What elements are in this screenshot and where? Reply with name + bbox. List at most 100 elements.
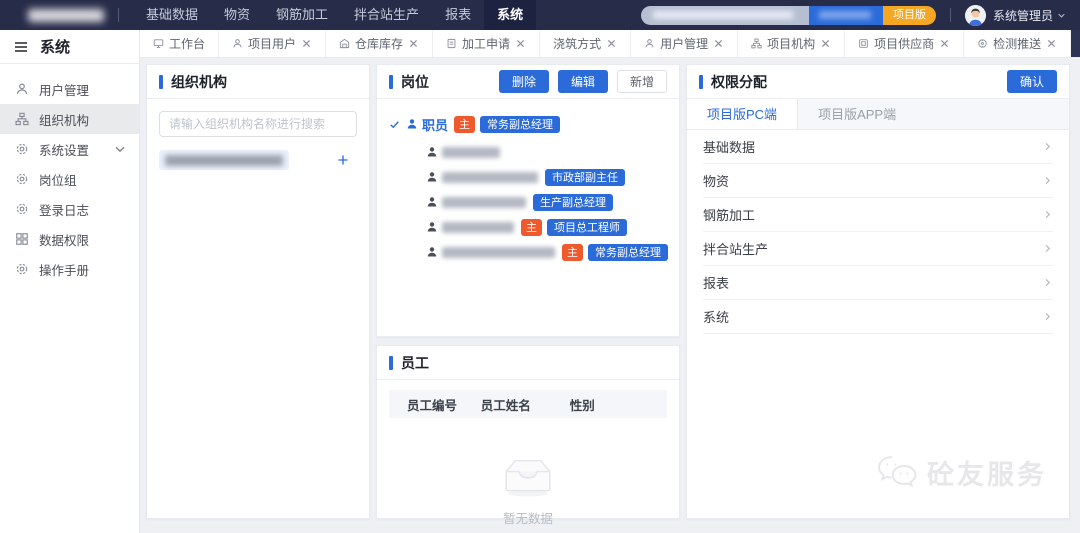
current-user-name[interactable]: 系统管理员: [993, 7, 1053, 24]
tab-浇筑方式[interactable]: 浇筑方式: [540, 30, 631, 57]
sidebar-item-操作手册[interactable]: 操作手册: [0, 254, 139, 284]
top-menu-item[interactable]: 系统: [484, 0, 536, 30]
position-tree-row[interactable]: 主常务副总经理: [426, 240, 673, 264]
sidebar: 系统 用户管理组织机构系统设置岗位组登录日志数据权限操作手册: [0, 30, 140, 533]
sidebar-item-登录日志[interactable]: 登录日志: [0, 194, 139, 224]
confirm-button[interactable]: 确认: [1007, 70, 1057, 93]
top-menu-item[interactable]: 物资: [211, 0, 263, 30]
divider: [950, 8, 951, 22]
sidebar-item-label: 登录日志: [39, 200, 89, 219]
tab-检测推送[interactable]: 检测推送: [964, 30, 1071, 57]
tab-label: 加工申请: [462, 35, 510, 52]
title-marker: [389, 356, 393, 370]
close-icon: [1046, 38, 1057, 49]
sidebar-item-系统设置[interactable]: 系统设置: [0, 134, 139, 164]
sidebar-item-组织机构[interactable]: 组织机构: [0, 104, 139, 134]
chevron-right-icon: [1042, 311, 1053, 322]
position-badge: 生产副总经理: [533, 194, 613, 211]
tab-组织机构[interactable]: 组织机构: [1071, 30, 1080, 57]
sidebar-item-岗位组[interactable]: 岗位组: [0, 164, 139, 194]
position-badge: 市政部副主任: [545, 169, 625, 186]
permission-item-系统[interactable]: 系统: [703, 300, 1053, 334]
chevron-down-icon: [113, 142, 127, 156]
redacted-name: [442, 147, 500, 158]
column-header: 员工编号: [389, 395, 481, 414]
position-tree-row[interactable]: 主项目总工程师: [426, 215, 673, 239]
permission-item-基础数据[interactable]: 基础数据: [703, 130, 1053, 164]
org-tree-node[interactable]: [159, 149, 357, 171]
warehouse-icon: [339, 38, 350, 49]
permission-item-报表[interactable]: 报表: [703, 266, 1053, 300]
close-icon: [515, 38, 526, 49]
permission-item-label: 物资: [703, 171, 729, 190]
gear-icon: [15, 142, 29, 156]
permission-panel: 权限分配 确认 项目版PC端项目版APP端 基础数据物资钢筋加工拌合站生产报表系…: [686, 64, 1070, 519]
perm-tab-项目版APP端[interactable]: 项目版APP端: [798, 99, 916, 129]
project-name-redacted: [641, 6, 809, 25]
position-tree-row[interactable]: 市政部副主任: [426, 165, 673, 189]
gear-icon: [15, 202, 29, 216]
title-marker: [699, 75, 703, 89]
permission-item-物资[interactable]: 物资: [703, 164, 1053, 198]
position-tree-row[interactable]: [426, 140, 673, 164]
top-menu-item[interactable]: 拌合站生产: [341, 0, 432, 30]
permission-item-label: 拌合站生产: [703, 239, 768, 258]
close-icon: [713, 38, 724, 49]
grid-icon: [15, 232, 29, 246]
sidebar-item-label: 操作手册: [39, 260, 89, 279]
chevron-right-icon: [1042, 209, 1053, 220]
tab-label: 工作台: [169, 35, 205, 52]
hamburger-icon[interactable]: [13, 39, 29, 55]
tab-用户管理[interactable]: 用户管理: [631, 30, 738, 57]
tab-工作台[interactable]: 工作台: [140, 30, 219, 57]
permission-item-label: 报表: [703, 273, 729, 292]
close-icon: [301, 38, 312, 49]
person-solid-icon: [406, 118, 418, 130]
chevron-down-icon[interactable]: [1057, 11, 1066, 20]
tab-label: 检测推送: [993, 35, 1041, 52]
top-menu-item[interactable]: 基础数据: [133, 0, 211, 30]
person-icon: [644, 38, 655, 49]
position-tree-row[interactable]: 职员主常务副总经理: [389, 112, 673, 136]
position-badge: 主: [454, 116, 475, 133]
person-icon: [232, 38, 243, 49]
tab-项目用户[interactable]: 项目用户: [219, 30, 326, 57]
column-header: 性别: [570, 395, 667, 414]
permission-item-label: 基础数据: [703, 137, 755, 156]
person-solid-icon: [426, 246, 438, 258]
person-solid-icon: [426, 221, 438, 233]
permission-item-拌合站生产[interactable]: 拌合站生产: [703, 232, 1053, 266]
perm-tab-项目版PC端[interactable]: 项目版PC端: [687, 99, 798, 129]
tab-项目供应商[interactable]: 项目供应商: [845, 30, 964, 57]
delete-button[interactable]: 删除: [499, 70, 549, 93]
top-menu-item[interactable]: 报表: [432, 0, 484, 30]
sidebar-item-数据权限[interactable]: 数据权限: [0, 224, 139, 254]
empty-state: 暂无数据: [377, 456, 679, 527]
close-icon: [606, 38, 617, 49]
org-icon: [15, 112, 29, 126]
tab-项目机构[interactable]: 项目机构: [738, 30, 845, 57]
avatar[interactable]: [965, 5, 986, 26]
top-menu-item[interactable]: 钢筋加工: [263, 0, 341, 30]
redacted-name: [442, 172, 538, 183]
project-selector[interactable]: 项目版: [641, 6, 936, 25]
permission-list: 基础数据物资钢筋加工拌合站生产报表系统: [687, 130, 1069, 334]
gear-icon: [15, 172, 29, 186]
tab-仓库库存[interactable]: 仓库库存: [326, 30, 433, 57]
gear-icon: [15, 262, 29, 276]
position-badge: 项目总工程师: [547, 219, 627, 236]
position-tree-row[interactable]: 生产副总经理: [426, 190, 673, 214]
supplier-icon: [858, 38, 869, 49]
org-panel-title: 组织机构: [171, 72, 227, 92]
edit-button[interactable]: 编辑: [558, 70, 608, 93]
position-panel: 岗位 删除 编辑 新增 职员主常务副总经理市政部副主任生产副总经理主项目总工程师…: [376, 64, 680, 337]
empty-inbox-icon: [499, 456, 557, 498]
employee-panel-title: 员工: [401, 353, 429, 373]
tab-label: 用户管理: [660, 35, 708, 52]
plus-icon[interactable]: [337, 154, 349, 166]
sidebar-item-用户管理[interactable]: 用户管理: [0, 74, 139, 104]
permission-item-钢筋加工[interactable]: 钢筋加工: [703, 198, 1053, 232]
add-button[interactable]: 新增: [617, 70, 667, 93]
tab-加工申请[interactable]: 加工申请: [433, 30, 540, 57]
org-search-input[interactable]: [159, 111, 357, 137]
